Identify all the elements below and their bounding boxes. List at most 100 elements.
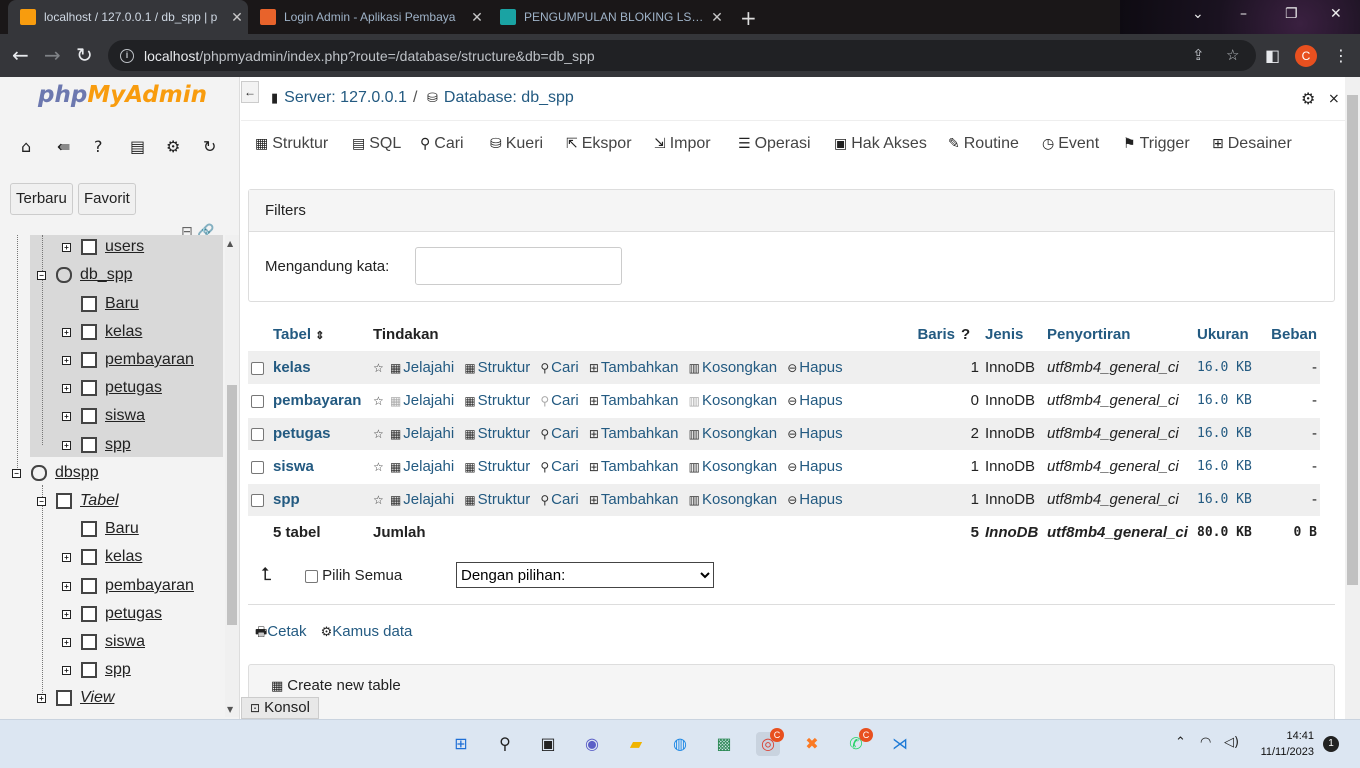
sort-baris-link[interactable]: Baris [917,326,955,343]
browse-link[interactable]: Jelajahi [403,359,454,376]
structure-link[interactable]: Struktur [478,458,531,475]
header-baris[interactable]: Baris [898,318,958,352]
restore-icon[interactable]: ❐ [1285,6,1298,22]
expand-icon[interactable]: + [62,552,71,562]
tree-label[interactable]: Tabel [80,492,119,510]
insert-link[interactable]: Tambahkan [601,458,679,475]
sort-penyortiran-link[interactable]: Penyortiran [1047,326,1130,343]
search-link[interactable]: Cari [551,458,579,475]
insert-link[interactable]: Tambahkan [601,491,679,508]
tab-cari[interactable]: ⚲ Cari [420,135,464,153]
file-explorer-icon[interactable]: ▰ [624,732,648,756]
table-name-link[interactable]: petugas [273,425,331,442]
table-name-link[interactable]: spp [273,491,300,508]
insert-link[interactable]: Tambahkan [601,425,679,442]
browse-link[interactable]: Jelajahi [403,458,454,475]
browse-link[interactable]: Jelajahi [403,392,454,409]
select-all-label[interactable]: Pilih Semua [322,567,402,584]
expand-icon[interactable]: + [62,609,71,619]
tab-impor[interactable]: ⇲ Impor [654,135,711,153]
structure-link[interactable]: Struktur [478,392,531,409]
bookmark-star-icon[interactable]: ☆ [1226,46,1239,64]
table-name-link[interactable]: siswa [273,458,314,475]
recent-tables-button[interactable]: Terbaru [10,183,73,215]
scroll-up-icon[interactable]: ▲ [227,239,233,248]
taskbar-search-icon[interactable]: ⚲ [493,732,517,756]
tab-operasi[interactable]: ☰ Operasi [738,135,811,153]
breadcrumb-server-link[interactable]: Server: 127.0.0.1 [284,89,407,106]
tree-item-new[interactable]: Baru [81,515,139,543]
collapse-icon[interactable]: − [37,496,46,506]
filter-input[interactable] [415,247,622,285]
tree-item-tables-group[interactable]: − Tabel [37,487,119,515]
insert-link[interactable]: Tambahkan [601,359,679,376]
table-name-link[interactable]: kelas [273,359,311,376]
main-scrollbar-thumb[interactable] [1347,95,1358,585]
size-link[interactable]: 16.0 KB [1197,393,1252,408]
favorite-tables-button[interactable]: Favorit [78,183,136,215]
header-penyortiran[interactable]: Penyortiran [1044,318,1194,352]
structure-link[interactable]: Struktur [478,491,531,508]
tree-label[interactable]: Baru [105,295,139,313]
drop-link[interactable]: Hapus [799,392,842,409]
home-icon[interactable]: ⌂ [21,137,31,156]
tab-search-icon[interactable]: ⌄ [1192,6,1204,22]
tab-ekspor[interactable]: ⇱ Ekspor [566,135,632,153]
tree-label[interactable]: spp [105,436,131,454]
tab-trigger[interactable]: ⚑ Trigger [1123,135,1190,153]
expand-icon[interactable]: + [62,242,71,252]
collapse-icon[interactable]: − [37,270,46,280]
browse-link[interactable]: Jelajahi [403,491,454,508]
collapse-icon[interactable]: − [12,468,21,478]
side-panel-icon[interactable]: ◧ [1265,46,1280,65]
logout-icon[interactable]: ⇚ [57,137,70,156]
expand-icon[interactable]: + [62,411,71,421]
favorite-star-icon[interactable]: ☆ [373,493,384,507]
share-icon[interactable]: ⇪ [1192,46,1205,64]
scroll-down-icon[interactable]: ▼ [227,705,233,714]
expand-icon[interactable]: + [62,440,71,450]
system-clock[interactable]: 14:41 11/11/2023 [1252,728,1314,760]
scrollbar-thumb[interactable] [227,385,237,625]
expand-icon[interactable]: + [62,665,71,675]
with-selected-dropdown[interactable]: Dengan pilihan: [456,562,714,588]
documentation-icon[interactable]: ▤ [130,137,145,156]
header-tabel[interactable]: Tabel ⇕ [270,318,370,352]
tree-item-siswa[interactable]: + siswa [62,628,145,656]
reload-navigation-icon[interactable]: ↻ [203,137,216,156]
tree-label[interactable]: pembayaran [105,351,194,369]
row-checkbox[interactable] [251,460,264,474]
tree-item-dbspp[interactable]: − dbspp [12,459,99,487]
address-bar[interactable]: i localhost/phpmyadmin/index.php?route=/… [108,40,1256,71]
xampp-taskbar-icon[interactable]: ✖ [800,732,824,756]
page-settings-gear-icon[interactable]: ⚙ [1301,89,1315,108]
reload-icon[interactable]: ↻ [76,43,93,67]
browse-link[interactable]: Jelajahi [403,425,454,442]
drop-link[interactable]: Hapus [799,458,842,475]
tree-label[interactable]: siswa [105,407,145,425]
breadcrumb-server[interactable]: ▮ Server: 127.0.0.1 [271,89,407,107]
expand-icon[interactable]: + [62,581,71,591]
profile-avatar[interactable]: C [1295,45,1317,67]
select-all-checkbox[interactable] [305,569,318,583]
new-tab-icon[interactable]: + [740,6,757,30]
tab-event[interactable]: ◷ Event [1042,135,1099,153]
structure-link[interactable]: Struktur [478,425,531,442]
header-beban[interactable]: Beban [1264,318,1320,352]
tree-item-db-spp[interactable]: − db_spp [37,261,133,289]
site-info-icon[interactable]: i [120,48,134,63]
size-link[interactable]: 16.0 KB [1197,360,1252,375]
volume-icon[interactable]: ◁) [1224,735,1239,750]
tree-label[interactable]: siswa [105,633,145,651]
tree-label[interactable]: pembayaran [105,577,194,595]
tree-item-pembayaran[interactable]: + pembayaran [62,572,194,600]
drop-link[interactable]: Hapus [799,425,842,442]
tree-label[interactable]: db_spp [80,266,133,284]
sort-jenis-link[interactable]: Jenis [985,326,1023,343]
minimize-icon[interactable]: – [1240,6,1247,22]
main-scrollbar[interactable] [1345,77,1360,719]
sort-beban-link[interactable]: Beban [1271,326,1317,343]
wifi-icon[interactable]: ◠ [1200,735,1211,750]
tree-item-users[interactable]: + users [62,235,144,261]
expand-icon[interactable]: + [37,693,46,703]
